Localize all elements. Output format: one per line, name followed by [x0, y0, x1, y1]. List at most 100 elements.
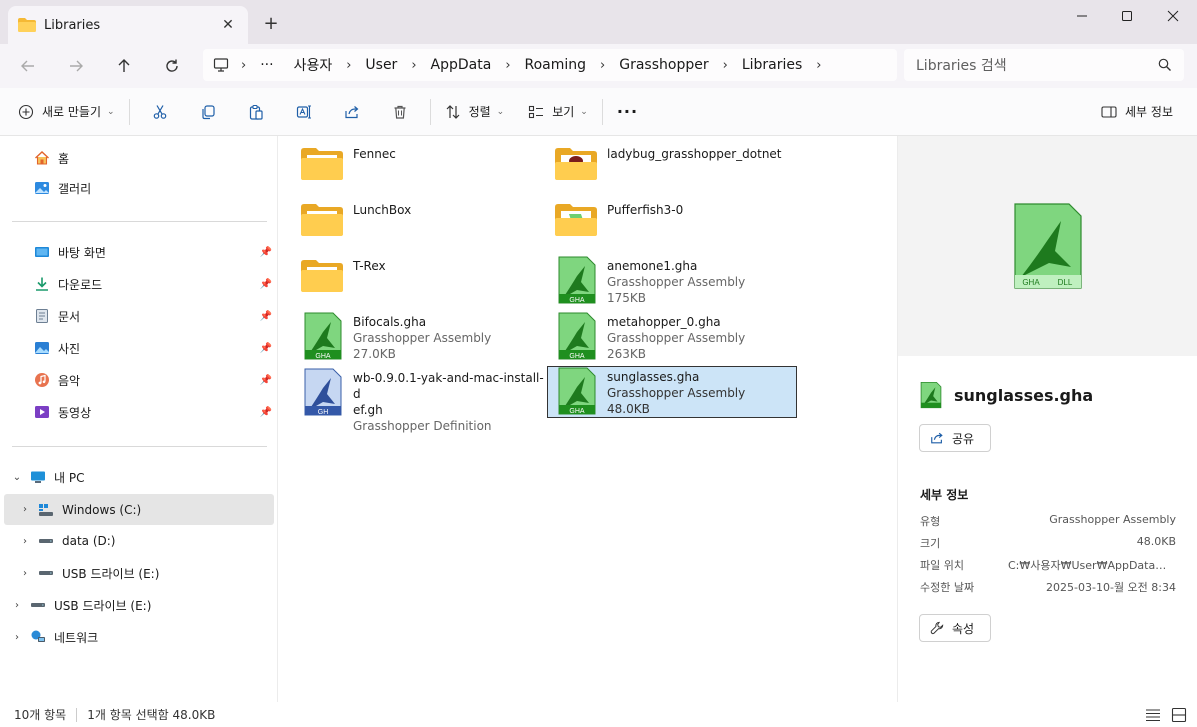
new-tab-button[interactable]: +: [260, 12, 282, 34]
pin-icon[interactable]: 📌: [260, 247, 272, 258]
title-bar: Libraries ✕ +: [0, 0, 1197, 44]
file-type: Grasshopper Assembly: [607, 331, 746, 345]
list-item-sunglasses[interactable]: GHA sunglasses.gha Grasshopper Assembly …: [547, 366, 797, 418]
chevron-right-icon[interactable]: ›: [501, 58, 514, 73]
sidebar-item-documents[interactable]: 문서 📌: [0, 302, 278, 330]
sidebar-item-drive-c[interactable]: › Windows (C:): [4, 494, 274, 525]
command-bar: 새로 만들기 ⌄ 정렬 ⌄ 보기 ⌄ ··· 세부 정보: [0, 88, 1197, 136]
tiles-view-icon[interactable]: [1171, 707, 1187, 723]
sidebar-item-gallery[interactable]: 갤러리: [0, 174, 278, 202]
rename-button[interactable]: [280, 96, 328, 128]
breadcrumb-overflow[interactable]: ···: [250, 57, 283, 73]
cut-button[interactable]: [136, 96, 184, 128]
up-button[interactable]: [110, 52, 138, 80]
list-item-ladybug[interactable]: ladybug_grasshopper_dotnet: [553, 144, 803, 196]
pin-icon[interactable]: 📌: [260, 343, 272, 354]
computer-icon: [213, 58, 229, 72]
chevron-right-icon[interactable]: ›: [812, 58, 825, 73]
sidebar-item-music[interactable]: 음악 📌: [0, 366, 278, 394]
sidebar-item-network[interactable]: › 네트워크: [0, 623, 278, 651]
pin-icon[interactable]: 📌: [260, 407, 272, 418]
breadcrumb-users[interactable]: 사용자: [284, 55, 343, 75]
folder-icon: [555, 200, 599, 248]
chevron-right-icon[interactable]: ›: [18, 568, 32, 579]
property-key: 크기: [920, 537, 941, 550]
sidebar-item-label: 내 PC: [54, 470, 85, 485]
chevron-right-icon[interactable]: ›: [10, 600, 24, 611]
list-item-pufferfish[interactable]: Pufferfish3-0: [553, 200, 803, 252]
property-row: 유형 Grasshopper Assembly: [920, 513, 1176, 533]
chevron-down-icon: ⌄: [580, 106, 588, 117]
sort-button[interactable]: 정렬 ⌄: [437, 96, 513, 128]
clipboard-icon: [249, 104, 263, 120]
details-view-icon[interactable]: [1145, 707, 1161, 723]
pin-icon[interactable]: 📌: [260, 311, 272, 322]
address-row: › ··· 사용자 › User › AppData › Roaming › G…: [0, 44, 1197, 88]
address-bar[interactable]: › ··· 사용자 › User › AppData › Roaming › G…: [203, 49, 897, 81]
sidebar-item-drive-d[interactable]: › data (D:): [0, 527, 278, 555]
chevron-right-icon[interactable]: ›: [10, 632, 24, 643]
delete-button[interactable]: [376, 96, 424, 128]
sidebar-item-label: 음악: [58, 373, 81, 388]
sidebar-item-videos[interactable]: 동영상 📌: [0, 398, 278, 426]
list-item-trex[interactable]: T-Rex: [299, 256, 549, 308]
selection-info: 1개 항목 선택함 48.0KB: [87, 708, 216, 722]
sidebar-item-desktop[interactable]: 바탕 화면 📌: [0, 238, 278, 266]
breadcrumb-roaming[interactable]: Roaming: [515, 57, 597, 73]
more-options-button[interactable]: ···: [609, 96, 646, 128]
close-tab-icon[interactable]: ✕: [218, 15, 238, 35]
view-button[interactable]: 보기 ⌄: [520, 96, 596, 128]
sidebar-item-drive-e[interactable]: › USB 드라이브 (E:): [0, 559, 278, 587]
paste-button[interactable]: [232, 96, 280, 128]
sidebar-item-downloads[interactable]: 다운로드 📌: [0, 270, 278, 298]
property-key: 수정한 날짜: [920, 581, 975, 594]
list-item-bifocals[interactable]: GHA Bifocals.gha Grasshopper Assembly 27…: [299, 312, 549, 364]
chevron-right-icon[interactable]: ›: [719, 58, 732, 73]
list-item-metahopper[interactable]: GHA metahopper_0.gha Grasshopper Assembl…: [553, 312, 803, 364]
sidebar-item-home[interactable]: 홈: [0, 144, 278, 172]
details-pane-button[interactable]: 세부 정보: [1093, 96, 1181, 128]
chevron-right-icon[interactable]: ›: [596, 58, 609, 73]
chevron-right-icon[interactable]: ›: [18, 504, 32, 515]
properties-button[interactable]: 속성: [919, 614, 991, 642]
chevron-right-icon[interactable]: ›: [18, 536, 32, 547]
sidebar-item-usb[interactable]: › USB 드라이브 (E:): [0, 591, 278, 619]
pin-icon[interactable]: 📌: [260, 375, 272, 386]
share-button[interactable]: [328, 96, 376, 128]
arrow-left-icon: [21, 60, 34, 72]
sidebar-item-this-pc[interactable]: ⌄ 내 PC: [0, 463, 278, 491]
trash-icon: [394, 105, 406, 119]
share-button[interactable]: 공유: [919, 424, 991, 452]
breadcrumb-libraries[interactable]: Libraries: [732, 57, 812, 73]
new-button[interactable]: 새로 만들기 ⌄: [10, 96, 123, 128]
refresh-button[interactable]: [158, 52, 186, 80]
chevron-right-icon[interactable]: ›: [342, 58, 355, 73]
home-icon: [35, 151, 49, 165]
property-row: 파일 위치 C:₩사용자₩User₩AppData₩Roaming₩Grassh…: [920, 557, 1176, 577]
share-label: 공유: [952, 431, 975, 446]
list-item-anemone[interactable]: GHA anemone1.gha Grasshopper Assembly 17…: [553, 256, 803, 308]
list-item-fennec[interactable]: Fennec: [299, 144, 549, 196]
file-name: T-Rex: [353, 259, 386, 273]
chevron-right-icon[interactable]: ›: [407, 58, 420, 73]
back-button[interactable]: [14, 52, 42, 80]
breadcrumb-appdata[interactable]: AppData: [421, 57, 502, 73]
minimize-button[interactable]: [1059, 0, 1105, 32]
search-input[interactable]: Libraries 검색: [904, 49, 1184, 81]
sidebar-item-pictures[interactable]: 사진 📌: [0, 334, 278, 362]
chevron-down-icon[interactable]: ⌄: [10, 472, 24, 483]
minimize-icon: [1077, 15, 1087, 17]
forward-button[interactable]: [62, 52, 90, 80]
maximize-button[interactable]: [1104, 0, 1150, 32]
breadcrumb-user[interactable]: User: [355, 57, 407, 73]
tab-libraries[interactable]: Libraries ✕: [8, 6, 248, 44]
property-value: Grasshopper Assembly: [1049, 513, 1176, 526]
list-item-lunchbox[interactable]: LunchBox: [299, 200, 549, 252]
breadcrumb-grasshopper[interactable]: Grasshopper: [609, 57, 718, 73]
pin-icon[interactable]: 📌: [260, 279, 272, 290]
copy-button[interactable]: [184, 96, 232, 128]
close-window-button[interactable]: [1150, 0, 1196, 32]
file-size: 27.0KB: [353, 347, 396, 361]
list-item-wb-definition[interactable]: GH wb-0.9.0.1-yak-and-mac-install-d ef.g…: [299, 368, 549, 433]
chevron-right-icon[interactable]: ›: [237, 58, 250, 73]
